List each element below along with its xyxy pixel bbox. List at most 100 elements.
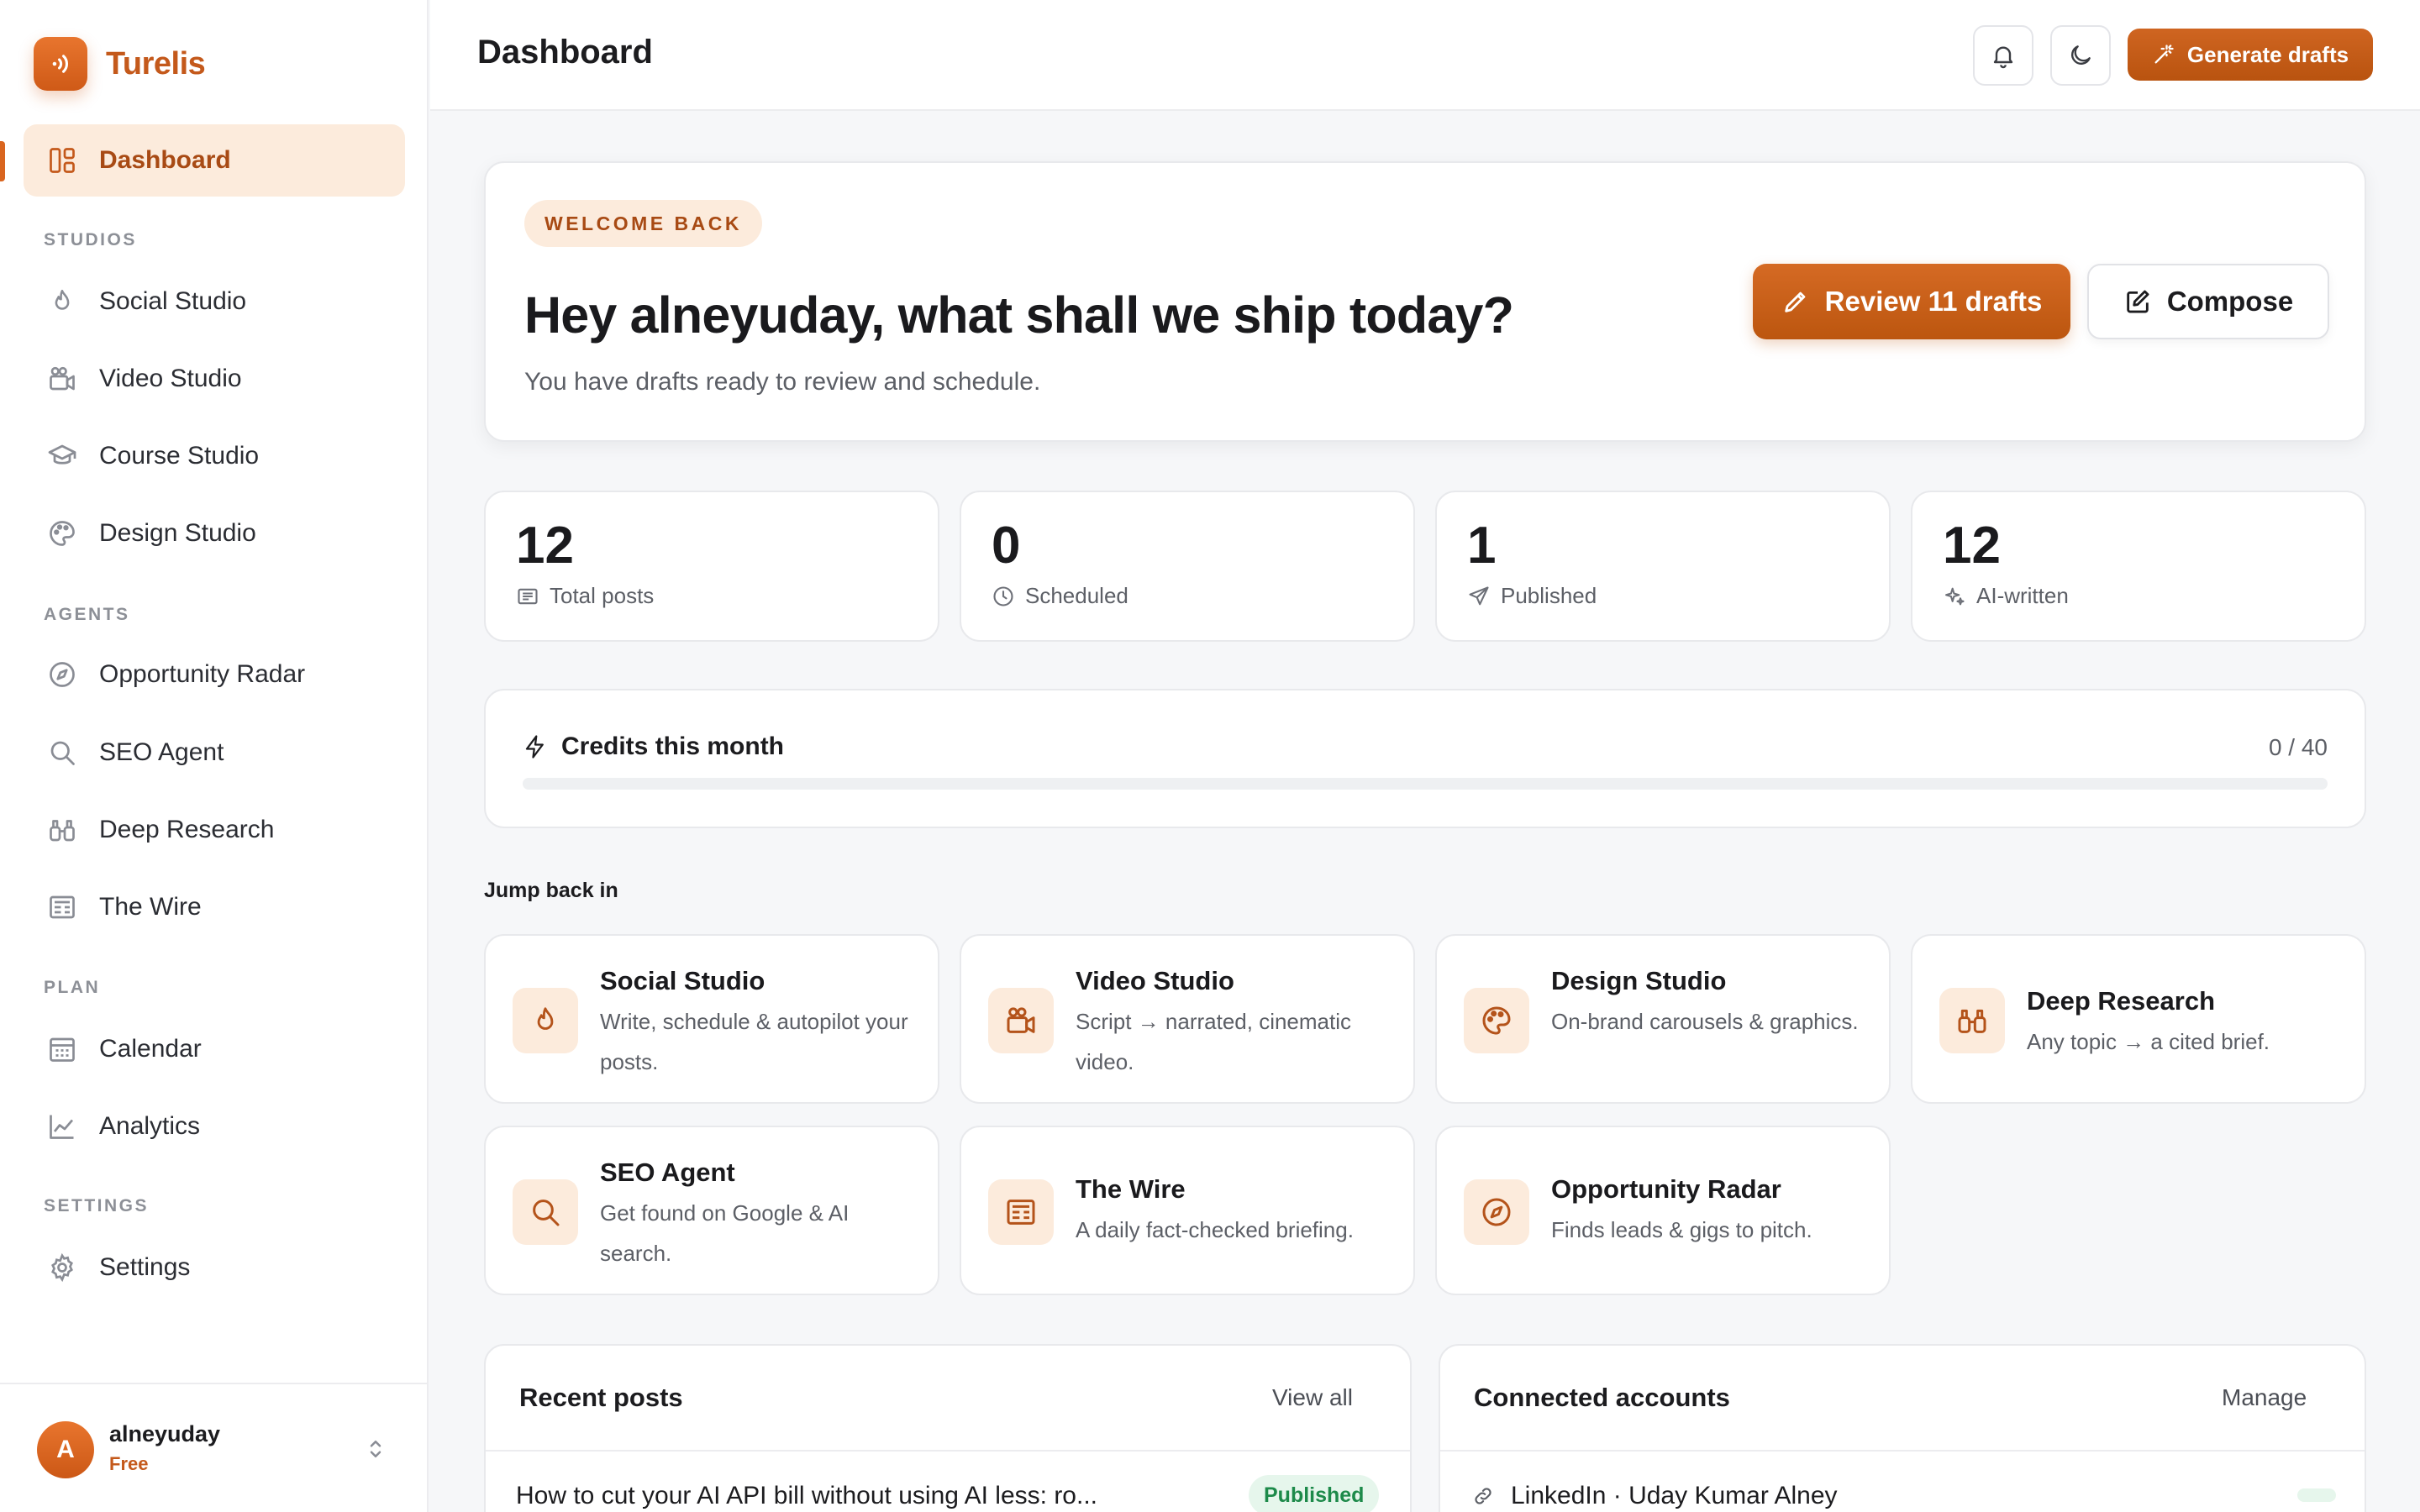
sidebar-item-label: Opportunity Radar bbox=[99, 660, 306, 688]
tile-name: Design Studio bbox=[1551, 966, 1727, 995]
user-menu[interactable]: A alneyuday Free bbox=[0, 1383, 427, 1512]
sidebar-item-calendar[interactable]: Calendar bbox=[24, 1013, 405, 1085]
sidebar: Turelis Dashboard STUDIOS Social Studio … bbox=[0, 0, 429, 1512]
video-camera-icon bbox=[988, 988, 1054, 1053]
calendar-icon bbox=[45, 1032, 79, 1066]
status-badge: Published bbox=[1249, 1475, 1380, 1512]
connected-accounts-panel: Connected accounts Manage LinkedIn · Uda… bbox=[1439, 1344, 2366, 1512]
view-all-link[interactable]: View all bbox=[1272, 1384, 1353, 1411]
newspaper-icon bbox=[988, 1179, 1054, 1245]
welcome-title: Hey alneyuday, what shall we ship today? bbox=[524, 286, 1514, 344]
sidebar-item-design-studio[interactable]: Design Studio bbox=[24, 497, 405, 570]
flame-icon bbox=[513, 988, 578, 1053]
layout-dashboard-icon bbox=[45, 144, 79, 177]
credits-progress-bar bbox=[523, 778, 2328, 790]
stat-label-row: Total posts bbox=[516, 583, 654, 609]
active-nav-marker bbox=[0, 141, 5, 181]
stat-value: 12 bbox=[516, 517, 574, 575]
stat-value: 1 bbox=[1467, 517, 1497, 575]
stat-label: Scheduled bbox=[1025, 583, 1128, 608]
stat-label-row: Published bbox=[1467, 583, 1597, 609]
review-drafts-button[interactable]: Review 11 drafts bbox=[1753, 264, 2070, 339]
tile-name: Opportunity Radar bbox=[1551, 1174, 1781, 1204]
sidebar-item-dashboard[interactable]: Dashboard bbox=[24, 124, 405, 197]
compass-icon bbox=[1464, 1179, 1529, 1245]
tile-name: Deep Research bbox=[2027, 986, 2216, 1016]
pencil-icon bbox=[1781, 287, 1810, 316]
lightning-icon bbox=[523, 734, 548, 759]
sidebar-item-label: Course Studio bbox=[99, 442, 260, 470]
credits-card: Credits this month 0 / 40 bbox=[484, 689, 2366, 828]
section-label-agents: AGENTS bbox=[44, 605, 130, 624]
tile-name: SEO Agent bbox=[600, 1158, 735, 1187]
sidebar-item-social-studio[interactable]: Social Studio bbox=[24, 265, 405, 338]
stat-label: AI-written bbox=[1976, 583, 2069, 608]
account-label: LinkedIn · Uday Kumar Alney bbox=[1511, 1482, 1838, 1509]
connected-accounts-title: Connected accounts bbox=[1474, 1383, 1730, 1412]
sidebar-item-the-wire[interactable]: The Wire bbox=[24, 871, 405, 943]
tile-name: The Wire bbox=[1076, 1174, 1186, 1204]
brand-logo-icon bbox=[34, 37, 87, 91]
notifications-button[interactable] bbox=[1973, 25, 2033, 86]
welcome-card: WELCOME BACK Hey alneyuday, what shall w… bbox=[484, 161, 2366, 442]
edit-square-icon bbox=[2123, 287, 2152, 316]
sidebar-item-deep-research[interactable]: Deep Research bbox=[24, 794, 405, 866]
sidebar-item-opportunity-radar[interactable]: Opportunity Radar bbox=[24, 638, 405, 711]
stat-label-row: AI-written bbox=[1943, 583, 2069, 609]
recent-post-title[interactable]: How to cut your AI API bill without usin… bbox=[516, 1482, 1097, 1510]
sidebar-item-settings[interactable]: Settings bbox=[24, 1231, 405, 1304]
generate-drafts-button[interactable]: Generate drafts bbox=[2128, 29, 2373, 81]
sidebar-item-label: SEO Agent bbox=[99, 738, 224, 766]
stat-scheduled: 0 Scheduled bbox=[960, 491, 1415, 642]
credits-title-row: Credits this month bbox=[523, 732, 784, 761]
top-bar: Dashboard Generate drafts bbox=[430, 0, 2420, 111]
account-row[interactable]: LinkedIn · Uday Kumar Alney bbox=[1472, 1482, 1838, 1510]
chevron-up-down-icon[interactable] bbox=[363, 1436, 388, 1462]
sidebar-item-label: Analytics bbox=[99, 1112, 201, 1140]
divider bbox=[486, 1450, 1410, 1452]
sidebar-item-label: The Wire bbox=[99, 893, 202, 921]
tile-video-studio[interactable]: Video Studio Script → narrated, cinemati… bbox=[960, 934, 1415, 1104]
compose-label: Compose bbox=[2166, 286, 2294, 317]
account-status-badge bbox=[2297, 1488, 2336, 1502]
section-label-settings: SETTINGS bbox=[44, 1196, 150, 1215]
tile-description: A daily fact-checked briefing. bbox=[1076, 1217, 1354, 1242]
tile-description: Write, schedule & autopilot your posts. bbox=[600, 1009, 908, 1074]
tile-opportunity-radar[interactable]: Opportunity Radar Finds leads & gigs to … bbox=[1435, 1126, 1891, 1295]
moon-icon bbox=[2067, 42, 2094, 69]
divider bbox=[1440, 1450, 2365, 1452]
tile-seo-agent[interactable]: SEO Agent Get found on Google & AI searc… bbox=[484, 1126, 939, 1295]
clock-icon bbox=[992, 585, 1015, 608]
sparkles-icon bbox=[1943, 585, 1966, 608]
sidebar-item-analytics[interactable]: Analytics bbox=[24, 1090, 405, 1163]
search-icon bbox=[45, 736, 79, 769]
graduation-cap-icon bbox=[45, 439, 79, 473]
binoculars-icon bbox=[45, 813, 79, 847]
user-plan: Free bbox=[109, 1453, 149, 1474]
sidebar-item-seo-agent[interactable]: SEO Agent bbox=[24, 717, 405, 789]
manage-link[interactable]: Manage bbox=[2222, 1384, 2307, 1411]
gear-icon bbox=[45, 1251, 79, 1284]
generate-drafts-label: Generate drafts bbox=[2186, 41, 2349, 67]
sidebar-item-course-studio[interactable]: Course Studio bbox=[24, 420, 405, 492]
welcome-badge: WELCOME BACK bbox=[524, 200, 762, 247]
document-icon bbox=[516, 585, 539, 608]
tile-deep-research[interactable]: Deep Research Any topic → a cited brief. bbox=[1911, 934, 2366, 1104]
jump-back-in-title: Jump back in bbox=[484, 879, 618, 902]
welcome-subtitle: You have drafts ready to review and sche… bbox=[524, 368, 1041, 396]
section-label-studios: STUDIOS bbox=[44, 230, 137, 249]
compass-icon bbox=[45, 658, 79, 691]
tile-social-studio[interactable]: Social Studio Write, schedule & autopilo… bbox=[484, 934, 939, 1104]
tile-description: Finds leads & gigs to pitch. bbox=[1551, 1217, 1812, 1242]
stat-label-row: Scheduled bbox=[992, 583, 1128, 609]
brand[interactable]: Turelis bbox=[34, 37, 206, 91]
compose-button[interactable]: Compose bbox=[2087, 264, 2329, 339]
flame-icon bbox=[45, 285, 79, 318]
magic-wand-icon bbox=[2152, 43, 2175, 66]
bell-icon bbox=[1990, 42, 2017, 69]
tile-the-wire[interactable]: The Wire A daily fact-checked briefing. bbox=[960, 1126, 1415, 1295]
tile-description: Any topic → a cited brief. bbox=[2027, 1029, 2270, 1054]
tile-design-studio[interactable]: Design Studio On-brand carousels & graph… bbox=[1435, 934, 1891, 1104]
theme-toggle-button[interactable] bbox=[2050, 25, 2111, 86]
sidebar-item-video-studio[interactable]: Video Studio bbox=[24, 343, 405, 415]
